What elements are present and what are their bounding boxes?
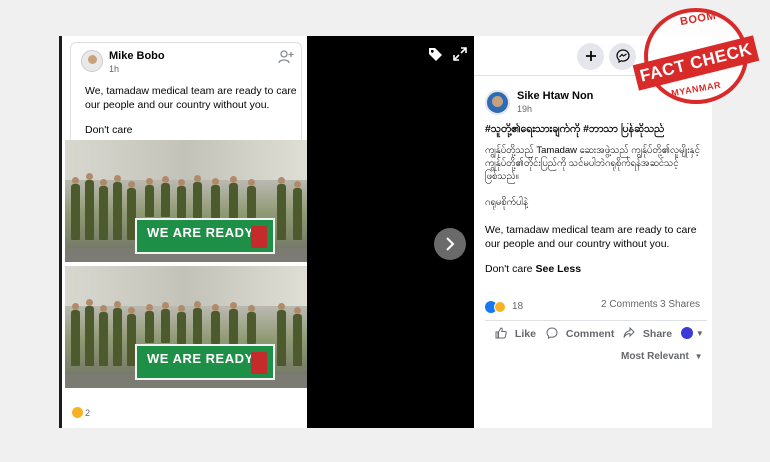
photo-person	[293, 307, 302, 366]
right-post-burmese-text: ကျွန်ုပ်တို့သည် Tamadaw ဆေးအဖွဲ့သည် ကျွန…	[485, 145, 700, 182]
profile-avatar-icon	[681, 327, 693, 340]
post-photo-1[interactable]: WE ARE READY	[65, 140, 308, 262]
comment-sort-dropdown[interactable]: Most Relevant ▼	[621, 351, 703, 362]
photo-person	[193, 301, 202, 344]
photo-person	[277, 177, 286, 240]
left-post-time[interactable]: 1h	[109, 64, 119, 74]
share-icon	[623, 326, 638, 340]
photo-person	[71, 177, 80, 240]
photo-person	[85, 173, 94, 240]
comment-label: Comment	[565, 328, 615, 340]
photo-person	[277, 303, 286, 366]
photo-person	[113, 301, 122, 366]
tag-icon[interactable]	[428, 47, 444, 63]
dont-care-text: Don't care	[485, 263, 533, 275]
photo-viewer	[307, 36, 474, 428]
photo-person	[113, 175, 122, 240]
like-button[interactable]: Like	[495, 327, 536, 340]
right-post-hashtags[interactable]: #သူတို့၏ရေးသားချက်ကို #ဘာသာ ပြန်ဆိုသည်	[485, 123, 707, 138]
photo-person	[145, 178, 154, 217]
banner-text: WE ARE READY	[147, 351, 254, 366]
audience-selector[interactable]: ▼	[681, 327, 704, 340]
photo-person	[71, 303, 80, 366]
photo-person	[293, 181, 302, 240]
photo-person	[193, 175, 202, 218]
comments-count-link[interactable]: 2 Comments	[601, 299, 658, 310]
photo-person	[247, 179, 256, 218]
chevron-down-icon: ▼	[695, 329, 704, 338]
left-post-reactions[interactable]: 2	[72, 407, 90, 418]
reaction-count: 18	[512, 301, 524, 313]
like-label: Like	[514, 328, 536, 340]
photo-person	[229, 302, 238, 344]
screenshot-frame: Mike Bobo 1h We, tamadaw medical team ar…	[59, 36, 712, 428]
post-photo-2[interactable]: WE ARE READY	[65, 266, 308, 388]
banner-logo	[251, 226, 267, 248]
banner-text: WE ARE READY	[147, 225, 254, 240]
share-label: Share	[642, 328, 673, 340]
next-photo-button[interactable]	[434, 228, 466, 260]
see-less-link[interactable]: See Less	[536, 263, 582, 275]
photo-person	[161, 302, 170, 343]
haha-reaction-icon	[494, 300, 506, 313]
post-actions: Like Comment Share ▼	[485, 320, 707, 346]
left-post-text: We, tamadaw medical team are ready to ca…	[85, 85, 297, 111]
left-post-panel: Mike Bobo 1h We, tamadaw medical team ar…	[59, 36, 308, 428]
photo-person	[177, 179, 186, 218]
create-button[interactable]	[577, 43, 604, 70]
thumbs-up-icon	[495, 327, 510, 340]
right-post-english-text: We, tamadaw medical team are ready to ca…	[485, 224, 697, 250]
share-button[interactable]: Share	[623, 326, 673, 340]
right-post-dont-care: Don't care See Less	[485, 263, 581, 275]
right-post-burmese-text-2: ဂရုမစိုက်ပါနဲ့	[485, 197, 528, 208]
expand-icon[interactable]	[453, 47, 469, 63]
photo-banner: WE ARE READY	[135, 218, 275, 254]
photo-person	[177, 305, 186, 344]
avatar[interactable]	[485, 90, 510, 115]
photo-banner: WE ARE READY	[135, 344, 275, 380]
left-post-author[interactable]: Mike Bobo	[109, 50, 165, 62]
photo-person	[99, 305, 108, 366]
photo-person	[211, 304, 220, 344]
photo-person	[145, 304, 154, 343]
avatar[interactable]	[81, 50, 103, 72]
comment-icon	[546, 327, 561, 340]
photo-person	[247, 305, 256, 344]
haha-reaction-icon	[72, 407, 83, 418]
chevron-down-icon: ▼	[694, 352, 703, 361]
right-post-author[interactable]: Sike Htaw Non	[517, 90, 593, 102]
right-post-reactions[interactable]: 18	[485, 298, 524, 313]
add-friend-icon[interactable]	[277, 49, 295, 67]
photo-person	[161, 176, 170, 217]
photo-building	[65, 266, 308, 306]
shares-count-link[interactable]: 3 Shares	[660, 299, 700, 310]
left-post-reaction-count: 2	[85, 407, 91, 418]
photo-person	[85, 299, 94, 366]
left-post-text-2: Don't care	[85, 124, 133, 136]
photo-person	[229, 176, 238, 218]
right-post-time[interactable]: 19h	[517, 104, 532, 114]
banner-logo	[251, 352, 267, 374]
left-post-card: Mike Bobo 1h We, tamadaw medical team ar…	[70, 42, 302, 140]
photo-person	[99, 179, 108, 240]
sort-label: Most Relevant	[621, 351, 689, 362]
comment-button[interactable]: Comment	[546, 327, 614, 340]
fact-check-stamp: BOOM FACT CHECK MYANMAR	[626, 6, 766, 106]
photo-building	[65, 140, 308, 180]
photo-person	[211, 178, 220, 218]
